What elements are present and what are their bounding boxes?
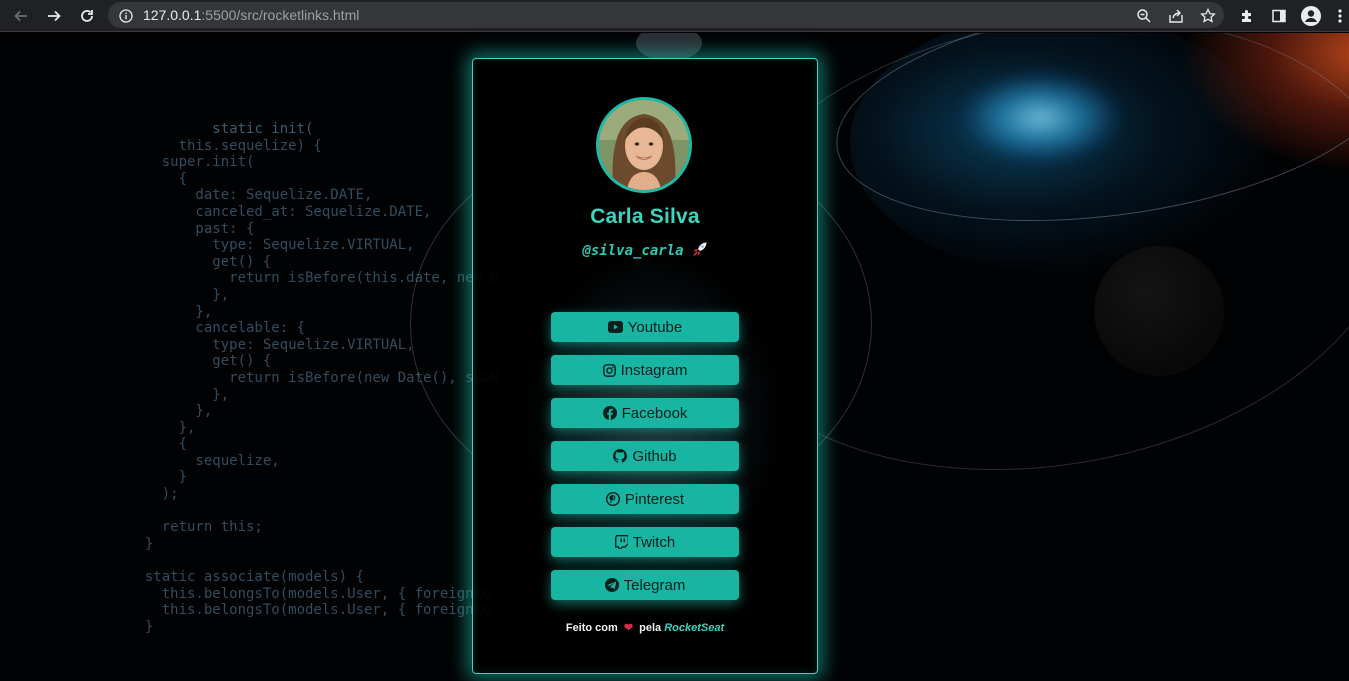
pinterest-link-button[interactable]: Pinterest [551,484,739,514]
telegram-link-button[interactable]: Telegram [551,570,739,600]
link-label: Pinterest [624,490,685,508]
instagram-link-button[interactable]: Instagram [551,355,739,385]
profile-icon[interactable] [1300,4,1322,28]
github-icon [613,449,628,463]
forward-icon[interactable] [42,4,66,28]
profile-name: Carla Silva [590,205,700,228]
extensions-icon[interactable] [1236,4,1258,28]
link-label: Youtube [627,318,683,336]
instagram-icon [602,363,616,377]
link-label: Twitch [632,533,676,551]
link-label: Github [632,447,677,465]
link-label: Instagram [620,361,688,379]
menu-icon[interactable] [1333,4,1347,28]
back-icon[interactable] [9,4,33,28]
pinterest-icon [605,492,620,506]
dark-planet [1094,246,1224,376]
address-bar[interactable]: 127.0.0.1:5500/src/rocketlinks.html [108,2,1224,28]
footer-prefix: Feito com [565,622,618,634]
info-icon[interactable] [116,6,136,26]
link-label: Telegram [623,576,686,594]
url-text: 127.0.0.1:5500/src/rocketlinks.html [143,7,360,23]
reload-icon[interactable] [75,4,99,28]
youtube-link-button[interactable]: Youtube [551,312,739,342]
youtube-icon [607,321,623,333]
rocket-icon [692,241,708,261]
heart-icon: ❤ [623,622,634,634]
footer-middle: pela [639,622,662,634]
link-list: Youtube Instagram Facebook Github Pinter… [551,312,739,613]
avatar [596,97,692,193]
twitch-icon [614,535,628,549]
bookmark-star-icon[interactable] [1198,6,1218,26]
facebook-icon [602,406,617,420]
profile-handle: @silva_carla [473,241,817,261]
share-icon[interactable] [1166,6,1186,26]
rocketseat-link[interactable]: RocketSeat [664,622,724,634]
browser-toolbar: 127.0.0.1:5500/src/rocketlinks.html [0,0,1349,32]
footer-credit: Feito com ❤ pela RocketSeat [473,621,817,634]
side-panel-icon[interactable] [1268,4,1290,28]
facebook-link-button[interactable]: Facebook [551,398,739,428]
telegram-icon [604,578,619,592]
link-label: Facebook [621,404,688,422]
handle-text: @silva_carla [582,243,684,259]
profile-card: Carla Silva @silva_carla Youtube Instagr… [472,58,818,674]
zoom-icon[interactable] [1134,6,1154,26]
github-link-button[interactable]: Github [551,441,739,471]
css-logo-moon [636,33,702,61]
twitch-link-button[interactable]: Twitch [551,527,739,557]
